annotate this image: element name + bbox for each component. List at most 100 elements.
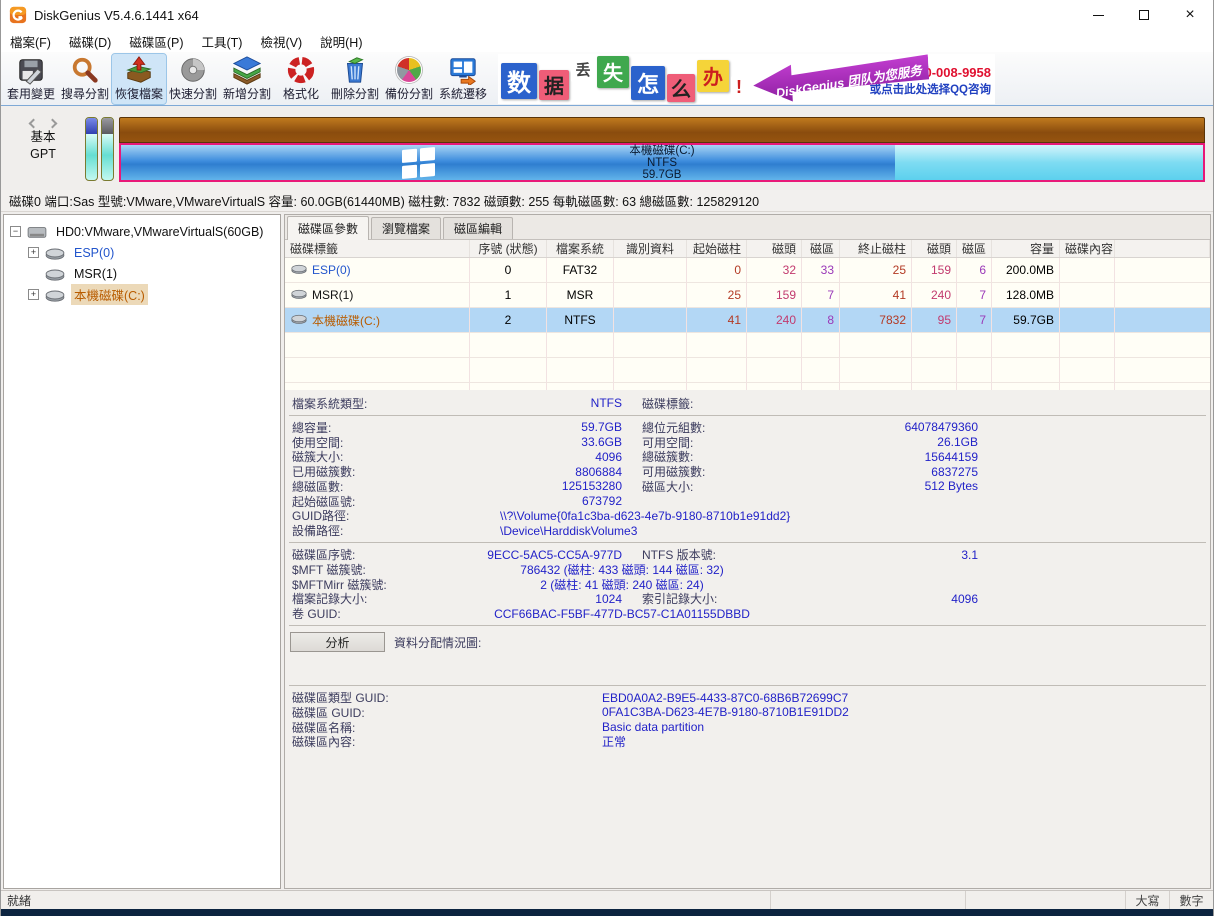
menu-item-4[interactable]: 檢視(V) xyxy=(251,32,311,51)
right-panel: 磁碟區參數瀏覽檔案磁區編輯 磁碟標籤序號 (狀態)檔案系統識別資料起始磁柱磁頭磁… xyxy=(284,214,1211,889)
close-button[interactable]: × xyxy=(1167,0,1213,30)
column-header-ssec[interactable]: 磁區 xyxy=(802,240,840,257)
cell-empty xyxy=(992,383,1060,390)
table-row-empty xyxy=(285,358,1210,383)
detail-label: 磁碟區內容: xyxy=(292,733,442,750)
cell-empty xyxy=(470,383,547,390)
column-header-serial[interactable]: 序號 (狀態) xyxy=(470,240,547,257)
detail-value: \\?\Volume{0fa1c3ba-d623-4e7b-9180-8710b… xyxy=(500,509,790,523)
partition-name: MSR(1) xyxy=(290,287,353,303)
maximize-button[interactable] xyxy=(1121,0,1167,30)
detail-row: 磁碟區名稱:Basic data partition xyxy=(285,720,1210,735)
table-row-1[interactable]: MSR(1)1MSR251597412407128.0MB xyxy=(285,283,1210,308)
toolbar-button-label: 刪除分割 xyxy=(331,85,379,102)
column-header-ident[interactable]: 識別資料 xyxy=(614,240,687,257)
row-filler xyxy=(1115,333,1210,358)
detail-value: 3.1 xyxy=(772,548,978,562)
tree-item-hd0[interactable]: − HD0:VMware,VMwareVirtualS(60GB) xyxy=(4,221,280,242)
column-header-fs[interactable]: 檔案系統 xyxy=(547,240,614,257)
cell-ehead: 95 xyxy=(912,308,957,333)
toolbar-button-search-partition[interactable]: 搜尋分割 xyxy=(58,54,112,104)
menu-item-2[interactable]: 磁碟區(P) xyxy=(120,32,192,51)
cell-empty xyxy=(912,333,957,358)
partition-bar-esp[interactable] xyxy=(85,117,98,181)
toolbar-button-apply-changes[interactable]: 套用變更 xyxy=(4,54,58,104)
menu-item-5[interactable]: 說明(H) xyxy=(311,32,371,51)
prev-disk-arrow-icon[interactable] xyxy=(29,119,39,129)
column-header-shead[interactable]: 磁頭 xyxy=(747,240,802,257)
cell-ssec: 8 xyxy=(802,308,840,333)
toolbar-button-system-migration[interactable]: 系統遷移 xyxy=(436,54,490,104)
cell-empty xyxy=(547,333,614,358)
tree-expander-minus-icon[interactable]: − xyxy=(10,226,21,237)
tree-expander-plus-icon[interactable]: + xyxy=(28,247,39,258)
toolbar-button-recover-files[interactable]: 恢復檔案 xyxy=(112,54,166,104)
detail-value: 26.1GB xyxy=(772,435,978,449)
color-wheel-icon xyxy=(394,55,424,85)
toolbar-button-format[interactable]: 格式化 xyxy=(274,54,328,104)
toolbar-button-backup-partition[interactable]: 備份分割 xyxy=(382,54,436,104)
cell-empty xyxy=(470,333,547,358)
menu-item-3[interactable]: 工具(T) xyxy=(193,32,252,51)
toolbar-button-delete-partition[interactable]: 刪除分割 xyxy=(328,54,382,104)
partition-bar-c[interactable]: 本機磁碟(C:) NTFS 59.7GB xyxy=(119,143,1205,182)
table-header-row: 磁碟標籤序號 (狀態)檔案系統識別資料起始磁柱磁頭磁區終止磁柱磁頭磁區容量磁碟內… xyxy=(285,240,1210,258)
toolbar-button-label: 搜尋分割 xyxy=(61,85,109,102)
recover-icon xyxy=(124,55,154,85)
tree-expander-plus-icon[interactable]: + xyxy=(28,289,39,300)
detail-value: 125153280 xyxy=(442,479,622,493)
num-lock-indicator: 數字 xyxy=(1169,891,1213,909)
column-header-ecyl[interactable]: 終止磁柱 xyxy=(840,240,912,257)
minimize-button[interactable] xyxy=(1075,0,1121,30)
ad-banner[interactable]: 数据丢失怎么办! DiskGenius 团队为您服务 致电: 400-008-9… xyxy=(498,54,995,104)
analyze-button[interactable]: 分析 xyxy=(290,632,385,652)
column-header-scyl[interactable]: 起始磁柱 xyxy=(687,240,747,257)
column-header-capacity[interactable]: 容量 xyxy=(992,240,1060,257)
detail-row: 使用空間:33.6GB可用空間:26.1GB xyxy=(285,435,1210,450)
cell-empty xyxy=(747,358,802,383)
cell-empty xyxy=(687,333,747,358)
tab-2[interactable]: 磁區編輯 xyxy=(443,217,513,239)
column-header-name[interactable]: 磁碟標籤 xyxy=(285,240,470,257)
format-ring-icon xyxy=(286,55,316,85)
table-row-0[interactable]: ESP(0)0FAT3203233251596200.0MB xyxy=(285,258,1210,283)
column-header-content[interactable]: 磁碟內容 xyxy=(1060,240,1115,257)
cell-empty xyxy=(470,358,547,383)
table-row-2[interactable]: 本機磁碟(C:)2NTFS412408783295759.7GB xyxy=(285,308,1210,333)
detail-label: 磁區大小: xyxy=(642,478,772,495)
partition-name: 本機磁碟(C:) xyxy=(290,312,380,329)
partition-icon xyxy=(44,266,66,282)
cell-ident xyxy=(614,283,687,308)
cell-empty xyxy=(1060,383,1115,390)
column-header-ehead[interactable]: 磁頭 xyxy=(912,240,957,257)
menu-item-0[interactable]: 檔案(F) xyxy=(1,32,60,51)
toolbar-button-quick-partition[interactable]: 快速分割 xyxy=(166,54,220,104)
tree-item-msr[interactable]: MSR(1) xyxy=(4,263,280,284)
detail-value: 9ECC-5AC5-CC5A-977D xyxy=(442,548,622,562)
cell-empty xyxy=(687,358,747,383)
tab-1[interactable]: 瀏覽檔案 xyxy=(371,217,441,239)
cell-esec: 7 xyxy=(957,308,992,333)
disk-header-bar[interactable] xyxy=(119,117,1205,143)
menu-item-1[interactable]: 磁碟(D) xyxy=(60,32,120,51)
cell-empty xyxy=(840,358,912,383)
cell-empty xyxy=(840,333,912,358)
partition-bar-msr[interactable] xyxy=(101,117,114,181)
cell-empty xyxy=(285,358,470,383)
disc-icon xyxy=(178,55,208,85)
cell-fs: MSR xyxy=(547,283,614,308)
windows-logo-icon xyxy=(402,147,435,179)
tree-item-esp[interactable]: +ESP(0) xyxy=(4,242,280,263)
tab-0[interactable]: 磁碟區參數 xyxy=(287,216,369,240)
cell-ident xyxy=(614,258,687,283)
detail-row: $MFT 磁簇號:786432 (磁柱: 433 磁頭: 144 磁區: 32) xyxy=(285,562,1210,577)
column-header-esec[interactable]: 磁區 xyxy=(957,240,992,257)
detail-value: EBD0A0A2-B9E5-4433-87C0-68B6B72699C7 xyxy=(602,691,848,705)
cell-empty xyxy=(802,358,840,383)
toolbar-button-new-partition[interactable]: 新增分割 xyxy=(220,54,274,104)
tree-item-label: HD0:VMware,VMwareVirtualS(60GB) xyxy=(53,224,266,240)
detail-value: 正常 xyxy=(602,733,626,750)
cell-empty xyxy=(840,383,912,390)
next-disk-arrow-icon[interactable] xyxy=(48,119,58,129)
tree-item-c[interactable]: +本機磁碟(C:) xyxy=(4,284,280,305)
